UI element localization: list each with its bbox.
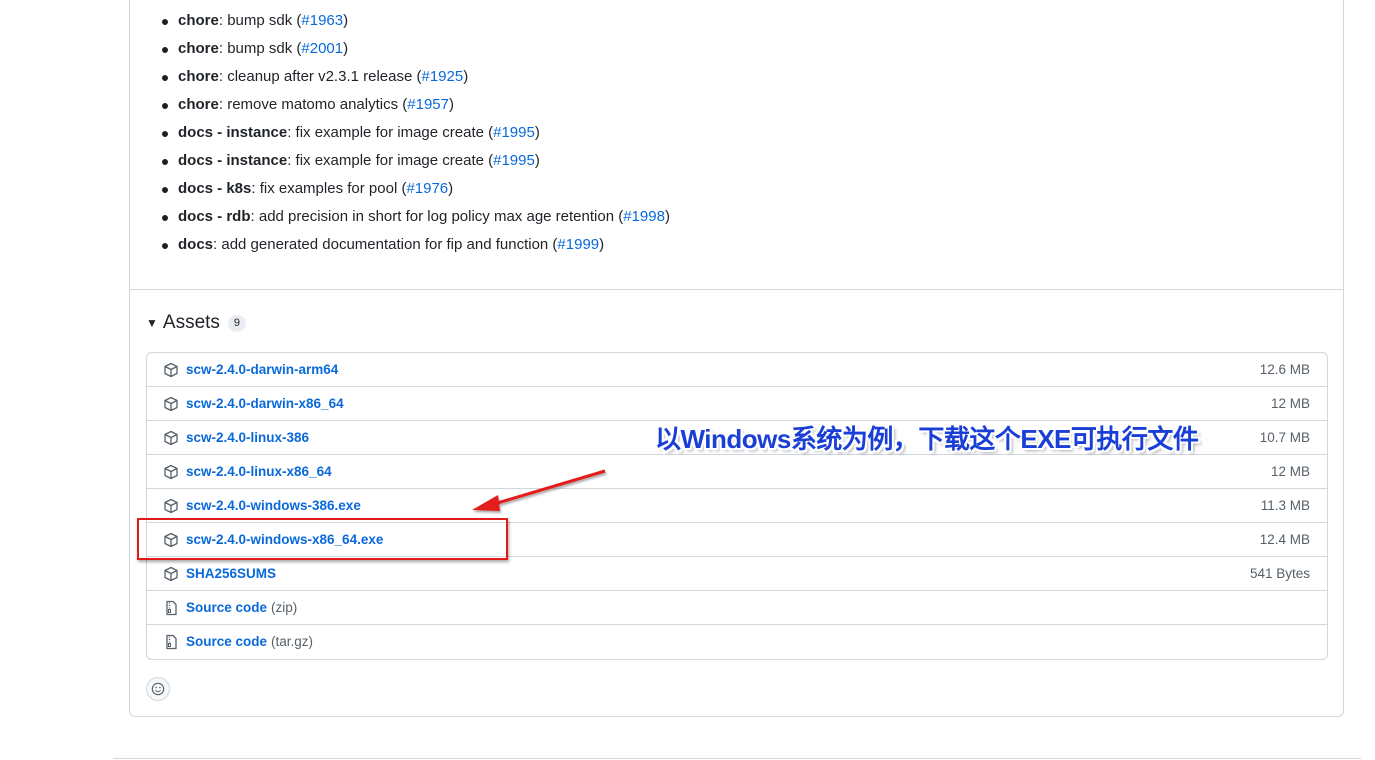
annotation-text: 以Windows系统为例，下载这个EXE可执行文件 (655, 424, 1199, 454)
caret-down-icon: ▼ (146, 316, 158, 330)
issue-link[interactable]: #2001 (301, 40, 343, 57)
change-scope: docs - instance (178, 124, 288, 141)
asset-row: scw-2.4.0-windows-386.exe 11.3 MB (147, 488, 1327, 522)
issue-link[interactable]: #1995 (493, 124, 535, 141)
change-scope: docs - instance (178, 152, 288, 169)
asset-size: 11.3 MB (1260, 498, 1310, 513)
change-scope: chore (178, 12, 219, 29)
change-text: : bump sdk ( (218, 40, 302, 57)
assets-title: Assets (162, 312, 220, 333)
change-scope: chore (178, 40, 219, 57)
assets-list: scw-2.4.0-darwin-arm64 12.6 MB scw-2.4.0-d… (146, 352, 1328, 660)
asset-download-link[interactable]: scw-2.4.0-darwin-x86_64 (186, 396, 348, 411)
changelog-item: chore: bump sdk (#2001) (160, 35, 670, 63)
asset-format: (zip) (271, 600, 298, 615)
change-text: : add generated documentation for fip an… (213, 236, 558, 253)
assets-toggle[interactable]: ▼ Assets 9 (146, 310, 247, 336)
change-text: : fix examples for pool ( (251, 180, 407, 197)
page-divider (113, 758, 1361, 759)
change-scope: docs (178, 236, 214, 253)
change-suffix: ) (534, 124, 540, 141)
file-zip-icon (163, 634, 179, 650)
asset-download-link[interactable]: scw-2.4.0-darwin-arm64 (186, 362, 342, 377)
asset-download-link[interactable]: Source code (tar.gz) (186, 634, 313, 649)
change-suffix: ) (664, 208, 670, 225)
issue-link[interactable]: #1925 (421, 68, 463, 85)
asset-row: scw-2.4.0-linux-x86_64 12 MB (147, 454, 1327, 488)
change-suffix: ) (463, 68, 469, 85)
changelog-item: docs - k8s: fix examples for pool (#1976… (160, 175, 670, 203)
asset-row: scw-2.4.0-darwin-arm64 12.6 MB (147, 353, 1327, 386)
change-scope: docs - rdb (178, 208, 251, 225)
issue-link[interactable]: #1995 (493, 152, 535, 169)
changelog-list: chore: bump sdk (#1963) chore: bump sdk (… (160, 7, 670, 259)
asset-name[interactable]: Source code (186, 600, 267, 615)
change-text: : add precision in short for log policy … (250, 208, 624, 225)
package-icon (163, 566, 179, 582)
issue-link[interactable]: #1998 (623, 208, 665, 225)
section-divider (130, 289, 1343, 290)
asset-download-link[interactable]: Source code (zip) (186, 600, 297, 615)
asset-size: 12.4 MB (1259, 532, 1310, 547)
asset-size: 12.6 MB (1259, 362, 1310, 377)
asset-name[interactable]: SHA256SUMS (186, 566, 276, 581)
change-text: : fix example for image create ( (287, 152, 494, 169)
package-icon (163, 396, 179, 412)
change-scope: chore (178, 68, 219, 85)
asset-name[interactable]: scw-2.4.0-darwin-x86_64 (186, 396, 344, 411)
asset-download-link[interactable]: scw-2.4.0-linux-386 (186, 430, 313, 445)
changelog-item: docs - instance: fix example for image c… (160, 147, 670, 175)
annotation-arrow (472, 469, 606, 511)
asset-size: 10.7 MB (1259, 430, 1310, 445)
smiley-icon (151, 682, 165, 696)
changelog-item: chore: bump sdk (#1963) (160, 7, 670, 35)
change-text: : remove matomo analytics ( (218, 96, 408, 113)
change-suffix: ) (448, 180, 454, 197)
asset-name[interactable]: scw-2.4.0-windows-386.exe (186, 498, 361, 513)
package-icon (163, 362, 179, 378)
highlight-box (137, 518, 508, 560)
change-suffix: ) (448, 96, 454, 113)
changelog-item: chore: cleanup after v2.3.1 release (#19… (160, 63, 670, 91)
issue-link[interactable]: #1976 (406, 180, 448, 197)
change-text: : cleanup after v2.3.1 release ( (218, 68, 422, 85)
asset-name[interactable]: Source code (186, 634, 267, 649)
asset-size: 12 MB (1270, 396, 1310, 411)
package-icon (163, 464, 179, 480)
change-scope: chore (178, 96, 219, 113)
change-suffix: ) (599, 236, 605, 253)
issue-link[interactable]: #1957 (407, 96, 449, 113)
issue-link[interactable]: #1999 (557, 236, 599, 253)
asset-size: 541 Bytes (1249, 566, 1310, 581)
changelog-item: docs: add generated documentation for fi… (160, 231, 670, 259)
assets-count-badge: 9 (227, 314, 247, 332)
package-icon (163, 498, 179, 514)
changelog-item: docs - rdb: add precision in short for l… (160, 203, 670, 231)
package-icon (163, 430, 179, 446)
change-suffix: ) (343, 40, 349, 57)
asset-row: scw-2.4.0-darwin-x86_64 12 MB (147, 386, 1327, 420)
change-scope: docs - k8s (178, 180, 252, 197)
add-reaction-button[interactable] (146, 677, 170, 701)
changelog-item: chore: remove matomo analytics (#1957) (160, 91, 670, 119)
changelog-item: docs - instance: fix example for image c… (160, 119, 670, 147)
asset-name[interactable]: scw-2.4.0-darwin-arm64 (186, 362, 338, 377)
asset-size: 12 MB (1270, 464, 1310, 479)
asset-name[interactable]: scw-2.4.0-linux-x86_64 (186, 464, 332, 479)
asset-download-link[interactable]: scw-2.4.0-linux-x86_64 (186, 464, 336, 479)
asset-name[interactable]: scw-2.4.0-linux-386 (186, 430, 309, 445)
asset-row: SHA256SUMS 541 Bytes (147, 556, 1327, 590)
change-suffix: ) (343, 12, 349, 29)
change-suffix: ) (534, 152, 540, 169)
asset-row: Source code (zip) (147, 590, 1327, 624)
asset-download-link[interactable]: scw-2.4.0-windows-386.exe (186, 498, 365, 513)
asset-download-link[interactable]: SHA256SUMS (186, 566, 280, 581)
change-text: : fix example for image create ( (287, 124, 494, 141)
issue-link[interactable]: #1963 (301, 12, 343, 29)
asset-row: Source code (tar.gz) (147, 624, 1327, 658)
asset-format: (tar.gz) (271, 634, 314, 649)
change-text: : bump sdk ( (218, 12, 302, 29)
file-zip-icon (163, 600, 179, 616)
